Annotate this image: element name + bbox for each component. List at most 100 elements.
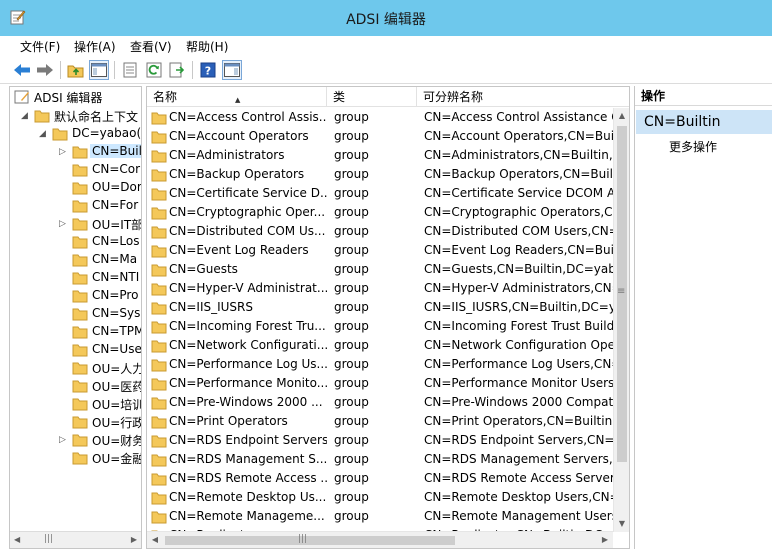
tree-item[interactable]: OU=金融 — [10, 449, 141, 467]
list-cell-dn: CN=Incoming Forest Trust Builde — [424, 319, 613, 333]
list-cell-dn: CN=RDS Endpoint Servers,CN=B — [424, 433, 613, 447]
list-item[interactable]: CN=Print Operators group CN=Print Operator… — [147, 412, 613, 431]
column-header-class[interactable]: 类 — [327, 87, 417, 107]
tree-horizontal-scrollbar[interactable]: ◀ ||| ▶ — [10, 531, 141, 548]
folder-icon — [72, 217, 88, 231]
expanded-arrow-icon[interactable]: ◢ — [21, 110, 31, 122]
list-pane[interactable]: 名称 ▲ 类 可分辨名称 CN=Access Control Assis... g… — [146, 86, 630, 549]
collapsed-arrow-icon[interactable]: ▷ — [59, 218, 69, 230]
list-item[interactable]: CN=Account Operators group CN=Account Oper… — [147, 127, 613, 146]
toolbar-separator — [114, 61, 115, 79]
menu-action[interactable]: 操作(A) — [74, 38, 116, 55]
folder-icon — [72, 433, 88, 447]
tree-item[interactable]: OU=Dor — [10, 179, 141, 197]
tree-item[interactable]: OU=培训 — [10, 395, 141, 413]
tree-item[interactable]: CN=TPM — [10, 323, 141, 341]
properties-icon[interactable] — [120, 60, 140, 80]
list-vertical-scrollbar[interactable]: ▲ ≡ ▼ — [613, 108, 629, 532]
list-horizontal-scrollbar[interactable]: ◀ ||| ▶ — [147, 531, 613, 548]
scroll-thumb[interactable] — [165, 536, 455, 545]
scroll-left-icon[interactable]: ◀ — [147, 532, 163, 548]
list-item[interactable]: CN=Incoming Forest Tru... group CN=Incomin… — [147, 317, 613, 336]
list-item[interactable]: CN=Certificate Service D... group CN=Certi… — [147, 184, 613, 203]
menu-file[interactable]: 文件(F) — [20, 38, 60, 55]
scroll-up-icon[interactable]: ▲ — [614, 108, 629, 124]
tree-item[interactable]: CN=For — [10, 197, 141, 215]
list-item[interactable]: CN=RDS Endpoint Servers group CN=RDS Endpo… — [147, 431, 613, 450]
tree-pane[interactable]: ADSI 编辑器 ◢ 默认命名上下文 ◢ DC=yabao( ▷ CN=Buil C… — [9, 86, 142, 549]
tree-item[interactable]: OU=医药 — [10, 377, 141, 395]
list-item[interactable]: CN=Hyper-V Administrat... group CN=Hyper-V… — [147, 279, 613, 298]
tree-item[interactable]: CN=Use — [10, 341, 141, 359]
list-cell-name: CN=RDS Management S... — [169, 452, 327, 466]
list-item[interactable]: CN=Remote Desktop Us... group CN=Remote De… — [147, 488, 613, 507]
list-cell-dn: CN=Distributed COM Users,CN= — [424, 224, 613, 238]
menu-view[interactable]: 查看(V) — [130, 38, 172, 55]
list-item[interactable]: CN=Performance Log Us... group CN=Performa… — [147, 355, 613, 374]
up-folder-icon[interactable] — [66, 60, 86, 80]
folder-icon — [72, 397, 88, 411]
tree-item[interactable]: CN=Sys — [10, 305, 141, 323]
scroll-right-icon[interactable]: ▶ — [131, 535, 137, 544]
tree-node-domain[interactable]: ◢ DC=yabao( — [10, 125, 141, 143]
list-item[interactable]: CN=RDS Remote Access ... group CN=RDS Remo… — [147, 469, 613, 488]
tree-item[interactable]: ▷ CN=Buil — [10, 143, 141, 161]
actions-selected-object[interactable]: CN=Builtin — [636, 110, 772, 134]
scroll-down-icon[interactable]: ▼ — [614, 516, 629, 532]
list-cell-dn: CN=Remote Desktop Users,CN= — [424, 490, 613, 504]
list-item[interactable]: CN=Network Configurati... group CN=Network… — [147, 336, 613, 355]
scroll-right-icon[interactable]: ▶ — [597, 532, 613, 548]
back-arrow-icon[interactable] — [12, 60, 32, 80]
scroll-left-icon[interactable]: ◀ — [14, 535, 20, 544]
list-item[interactable]: CN=Administrators group CN=Administrators,… — [147, 146, 613, 165]
tree-item[interactable]: CN=Pro — [10, 287, 141, 305]
column-header-name[interactable]: 名称 ▲ — [147, 87, 327, 107]
help-icon[interactable]: ? — [198, 60, 218, 80]
list-cell-name: CN=Account Operators — [169, 129, 309, 143]
list-item[interactable]: CN=Remote Manageme... group CN=Remote Mana… — [147, 507, 613, 526]
actions-header: 操作 — [635, 86, 772, 106]
more-actions-link[interactable]: 更多操作 — [669, 138, 717, 155]
list-cell-name: CN=Access Control Assis... — [169, 110, 327, 124]
list-cell-cls: group — [334, 281, 369, 295]
list-item[interactable]: CN=Distributed COM Us... group CN=Distribu… — [147, 222, 613, 241]
list-item[interactable]: CN=Backup Operators group CN=Backup Operat… — [147, 165, 613, 184]
list-item[interactable]: CN=Guests group CN=Guests,CN=Builtin,DC=ya… — [147, 260, 613, 279]
show-tree-icon[interactable] — [89, 60, 109, 80]
list-item[interactable]: CN=RDS Management S... group CN=RDS Manage… — [147, 450, 613, 469]
list-cell-name: CN=Distributed COM Us... — [169, 224, 326, 238]
tree-item[interactable]: ▷ OU=IT部 — [10, 215, 141, 233]
folder-icon — [72, 253, 88, 267]
list-item[interactable]: CN=Pre-Windows 2000 ... group CN=Pre-Windo… — [147, 393, 613, 412]
list-item[interactable]: CN=Cryptographic Oper... group CN=Cryptogr… — [147, 203, 613, 222]
list-cell-dn: CN=Guests,CN=Builtin,DC=yaba — [424, 262, 613, 276]
tree-item[interactable]: CN=Ma — [10, 251, 141, 269]
forward-arrow-icon[interactable] — [35, 60, 55, 80]
list-item[interactable]: CN=IIS_IUSRS group CN=IIS_IUSRS,CN=Builtin… — [147, 298, 613, 317]
tree-item[interactable]: OU=人力 — [10, 359, 141, 377]
show-action-pane-icon[interactable] — [222, 60, 242, 80]
list-cell-cls: group — [334, 167, 369, 181]
list-cell-dn: CN=Print Operators,CN=Builtin,D — [424, 414, 613, 428]
export-list-icon[interactable] — [167, 60, 187, 80]
list-item[interactable]: CN=Performance Monito... group CN=Performa… — [147, 374, 613, 393]
tree-item[interactable]: OU=行政 — [10, 413, 141, 431]
tree-item[interactable]: CN=Cor — [10, 161, 141, 179]
column-header-dn[interactable]: 可分辨名称 — [417, 87, 629, 107]
adsi-editor-icon — [14, 90, 30, 104]
list-item[interactable]: CN=Access Control Assis... group CN=Access… — [147, 108, 613, 127]
menu-help[interactable]: 帮助(H) — [186, 38, 228, 55]
list-item[interactable]: CN=Event Log Readers group CN=Event Log Re… — [147, 241, 613, 260]
list-cell-cls: group — [334, 186, 369, 200]
tree-item[interactable]: CN=Los — [10, 233, 141, 251]
refresh-icon[interactable] — [144, 60, 164, 80]
tree-item[interactable]: ▷ OU=财务 — [10, 431, 141, 449]
tree-node-context[interactable]: ◢ 默认命名上下文 — [10, 107, 141, 125]
list-cell-dn: CN=Performance Monitor Users — [424, 376, 613, 390]
collapsed-arrow-icon[interactable]: ▷ — [59, 146, 69, 158]
tree-item[interactable]: CN=NTI — [10, 269, 141, 287]
tree-root[interactable]: ADSI 编辑器 — [10, 88, 141, 106]
collapsed-arrow-icon[interactable]: ▷ — [59, 434, 69, 446]
expanded-arrow-icon[interactable]: ◢ — [39, 128, 49, 140]
folder-icon — [151, 358, 167, 372]
